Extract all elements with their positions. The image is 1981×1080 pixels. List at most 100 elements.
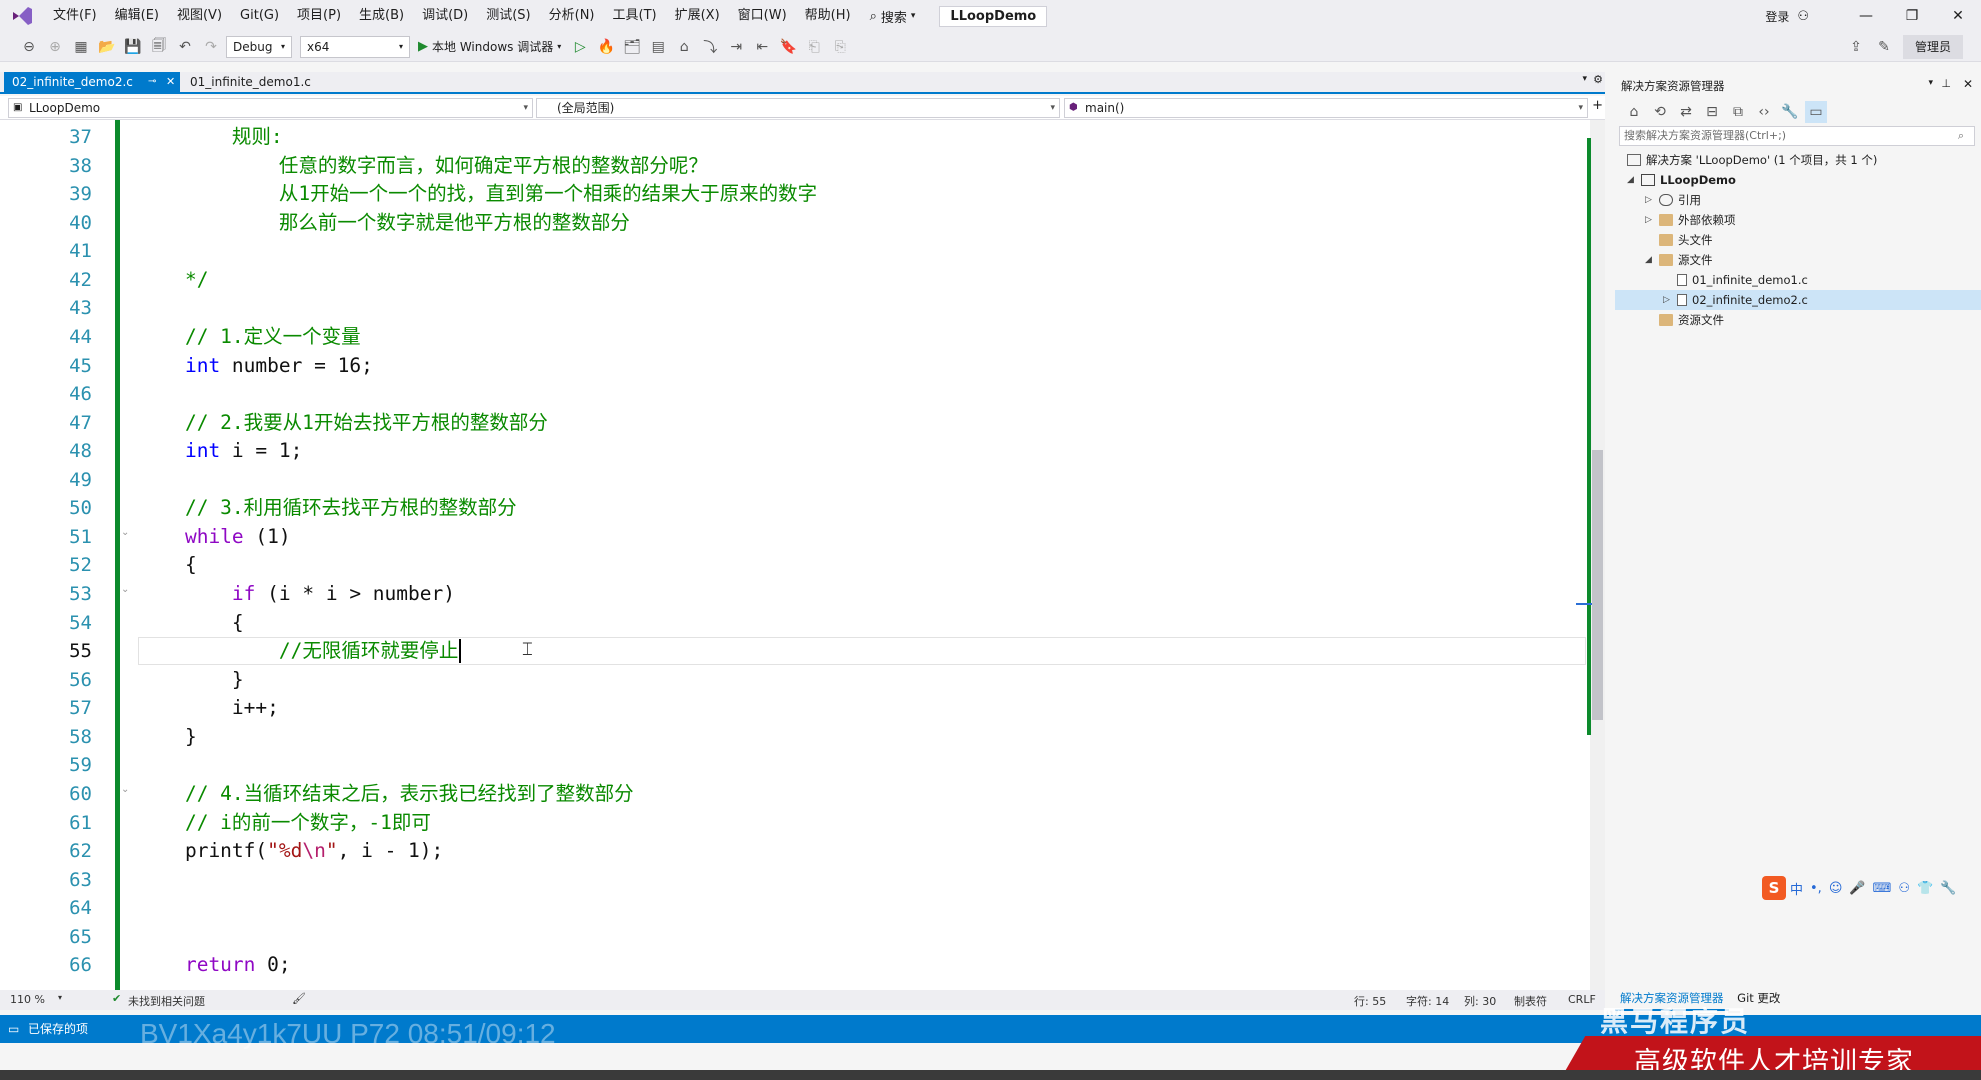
code-line[interactable]: 53 ⌄ if (i * i > number) [0,580,1590,609]
tree-references[interactable]: ▷ 引用 [1645,190,1701,210]
code-line[interactable]: 48 int i = 1; [0,437,1590,466]
account-icon[interactable]: ⚇ [1797,9,1809,24]
split-icon[interactable]: + [1592,98,1603,113]
code-line[interactable]: 46 [0,380,1590,409]
collapse-arrow-icon[interactable]: ▷ [1645,210,1659,230]
tree-project[interactable]: ◢ LLoopDemo [1627,170,1736,190]
function-select[interactable]: ⬢ main() ▾ [1064,98,1588,118]
save-icon[interactable]: 💾 [122,36,144,58]
step-icon[interactable]: ⤵ [699,36,721,58]
code-line[interactable]: 50 // 3.利用循环去找平方根的整数部分 [0,494,1590,523]
tree-external-deps[interactable]: ▷ 外部依赖项 [1645,210,1736,230]
code-line[interactable]: 60 ⌄ // 4.当循环结束之后，表示我已经找到了整数部分 [0,780,1590,809]
hot-reload-icon[interactable]: 🔥 [595,36,617,58]
editor-vertical-scrollbar[interactable] [1576,120,1605,990]
fold-toggle-icon[interactable]: ⌄ [121,784,131,795]
visual-studio-logo-icon[interactable] [10,5,34,27]
tree-solution[interactable]: 解决方案 'LLoopDemo' (1 个项目，共 1 个) [1627,150,1877,170]
bookmark-icon[interactable]: 🔖 [777,36,799,58]
indent-icon[interactable]: ⇥ [725,36,747,58]
code-line[interactable]: 45 int number = 16; [0,352,1590,381]
chevron-down-icon[interactable]: ▾ [1928,78,1933,88]
tab-overflow-icon[interactable]: ▾ [1582,74,1587,84]
eol-indicator[interactable]: CRLF [1568,993,1596,1006]
code-editor[interactable]: 37 规则: 38 任意的数字而言，如何确定平方根的整数部分呢？ 39 从1开始一个… [0,120,1590,990]
menu-item[interactable]: 窗口(W) [729,0,796,32]
login-link[interactable]: 登录 [1765,8,1789,25]
menu-item[interactable]: Git(G) [231,0,288,32]
feedback-icon[interactable]: ✎ [1873,36,1895,58]
pin-icon[interactable]: ⊥ [1941,77,1951,90]
skin-icon[interactable]: 👕 [1917,881,1933,896]
code-line[interactable]: 66 return 0; [0,951,1590,980]
chinese-mode-icon[interactable]: 中 [1790,879,1803,898]
code-line[interactable]: 49 [0,466,1590,495]
platform-select[interactable]: x64 ▾ [300,35,410,58]
collapse-all-icon[interactable]: ⊟ [1701,101,1723,123]
code-line[interactable]: 58 } [0,723,1590,752]
tab-01-infinite-demo1[interactable]: 01_infinite_demo1.c [182,72,352,92]
global-scope-select[interactable]: (全局范围) ▾ [536,98,1060,118]
code-line[interactable]: 38 任意的数字而言，如何确定平方根的整数部分呢？ [0,152,1590,181]
save-all-icon[interactable]: 🗐 [148,36,170,58]
zoom-level[interactable]: 110 % [10,993,45,1006]
menu-item[interactable]: 调试(D) [413,0,477,32]
solution-config-icon[interactable]: 🗂 [621,36,643,58]
menu-item[interactable]: 项目(P) [288,0,350,32]
code-line[interactable]: 59 [0,751,1590,780]
sogou-logo-icon[interactable]: S [1762,876,1786,900]
code-line[interactable]: 62 printf("%d\n", i - 1); [0,837,1590,866]
project-scope-select[interactable]: ▣ LLoopDemo ▾ [8,98,533,118]
code-line[interactable]: 64 [0,894,1590,923]
tools-icon[interactable]: 🔧 [1940,881,1956,896]
properties-icon[interactable]: 🔧 [1779,101,1801,123]
home-icon[interactable]: ⌂ [1623,101,1645,123]
bookmark-next-icon[interactable]: ⎘ [829,36,851,58]
fold-toggle-icon[interactable]: ⌄ [121,527,131,538]
code-line[interactable]: 51 ⌄ while (1) [0,523,1590,552]
tree-header-files[interactable]: 头文件 [1659,230,1713,250]
menu-item[interactable]: 分析(N) [540,0,604,32]
code-line[interactable]: 61 // i的前一个数字，-1即可 [0,809,1590,838]
new-project-icon[interactable]: ▦ [70,36,92,58]
collapse-arrow-icon[interactable]: ▷ [1663,290,1677,310]
code-line[interactable]: 43 [0,294,1590,323]
emoji-icon[interactable]: ☺ [1829,881,1843,896]
share-icon[interactable]: ⇪ [1845,36,1867,58]
restore-button[interactable]: ❐ [1889,8,1935,24]
show-all-files-icon[interactable]: ⧉ [1727,101,1749,123]
tree-file-demo1[interactable]: 01_infinite_demo1.c [1677,270,1808,290]
code-line[interactable]: 44 // 1.定义一个变量 [0,323,1590,352]
menu-item[interactable]: 文件(F) [44,0,106,32]
punctuation-icon[interactable]: •, [1810,881,1822,896]
configuration-select[interactable]: Debug ▾ [226,35,292,58]
microphone-icon[interactable]: 🎤 [1849,881,1865,896]
brush-icon[interactable]: 🖌 [292,992,306,1005]
code-line[interactable]: 65 [0,923,1590,952]
code-line[interactable]: 42 */ [0,266,1590,295]
breakpoints-icon[interactable]: ⌂ [673,36,695,58]
search-box[interactable]: ⌕ 搜索 ▾ [860,7,926,26]
code-line[interactable]: 39 从1开始一个一个的找，直到第一个相乘的结果大于原来的数字 [0,180,1590,209]
menu-item[interactable]: 生成(B) [350,0,413,32]
pin-icon[interactable]: ⊸ [148,72,156,92]
menu-item[interactable]: 测试(S) [477,0,539,32]
indent-indicator[interactable]: 制表符 [1514,993,1547,1009]
tab-02-infinite-demo2[interactable]: 02_infinite_demo2.c ⊸ ✕ [4,72,180,92]
fold-toggle-icon[interactable]: ⌄ [121,584,131,595]
scrollbar-thumb[interactable] [1592,450,1603,720]
code-line[interactable]: 56 } [0,666,1590,695]
tree-resource-files[interactable]: 资源文件 [1659,310,1724,330]
code-line[interactable]: 41 [0,237,1590,266]
collapse-arrow-icon[interactable]: ▷ [1645,190,1659,210]
menu-item[interactable]: 帮助(H) [796,0,860,32]
code-line[interactable]: 40 那么前一个数字就是他平方根的整数部分 [0,209,1590,238]
solution-search-input[interactable]: 搜索解决方案资源管理器(Ctrl+;) ⌕ [1619,126,1975,146]
code-line[interactable]: 63 [0,866,1590,895]
menu-item[interactable]: 编辑(E) [106,0,168,32]
issues-status[interactable]: 未找到相关问题 [128,993,205,1009]
code-line[interactable]: 54 { [0,609,1590,638]
close-icon[interactable]: ✕ [1963,77,1973,91]
settings-icon[interactable]: ⚙ [1593,73,1603,86]
tree-file-demo2[interactable]: ▷ 02_infinite_demo2.c [1615,290,1981,310]
